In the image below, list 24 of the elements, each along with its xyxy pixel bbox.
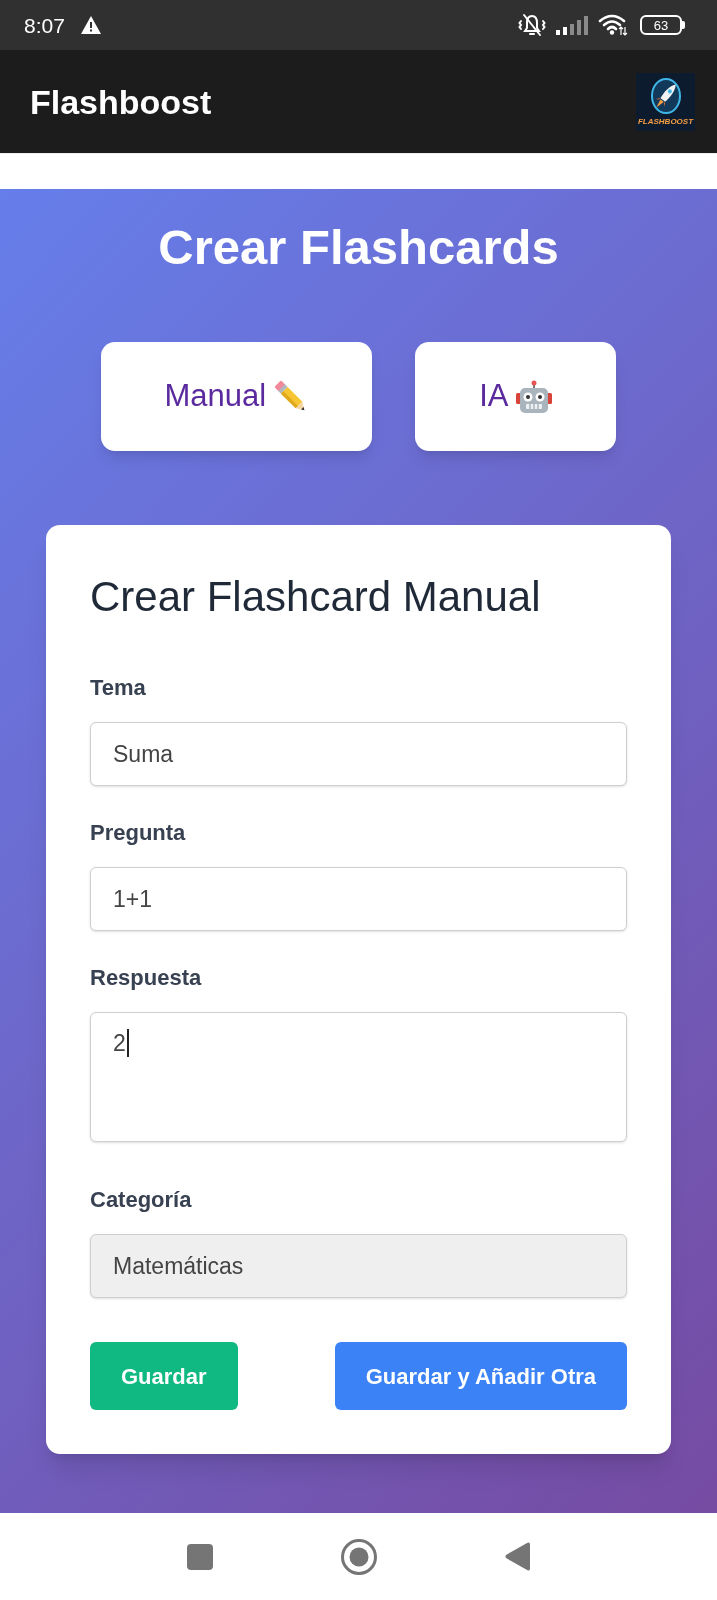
warning-icon	[80, 16, 101, 34]
field-label: Categoría	[90, 1186, 193, 1214]
mode-button[interactable]: IA	[415, 342, 617, 451]
text-field[interactable]: 1+1	[90, 867, 627, 931]
field-label: Pregunta	[90, 819, 187, 847]
signal-icon	[556, 15, 588, 35]
app-title: Flashboost	[30, 84, 212, 119]
bell-slash-icon	[518, 13, 546, 37]
back-icon[interactable]	[505, 1542, 530, 1571]
logo-wordmark: FLASHBOOST	[637, 117, 694, 126]
home-icon[interactable]	[341, 1538, 377, 1575]
battery-indicator: 63	[640, 15, 685, 35]
recents-icon[interactable]	[187, 1543, 213, 1570]
mode-button[interactable]: Manual	[100, 342, 373, 451]
status-time: 8:07	[24, 14, 65, 36]
robot-icon	[516, 379, 553, 414]
field-label: Tema	[90, 674, 147, 702]
text-area[interactable]: 2	[90, 1012, 627, 1142]
save-and-add-button[interactable]: Guardar y Añadir Otra	[334, 1342, 627, 1410]
field-label: Respuesta	[90, 964, 203, 992]
text-field[interactable]: Suma	[90, 722, 627, 786]
page-title: Crear Flashcards	[158, 219, 559, 275]
form-title: Crear Flashcard Manual	[90, 573, 542, 621]
wifi-icon	[598, 14, 628, 36]
